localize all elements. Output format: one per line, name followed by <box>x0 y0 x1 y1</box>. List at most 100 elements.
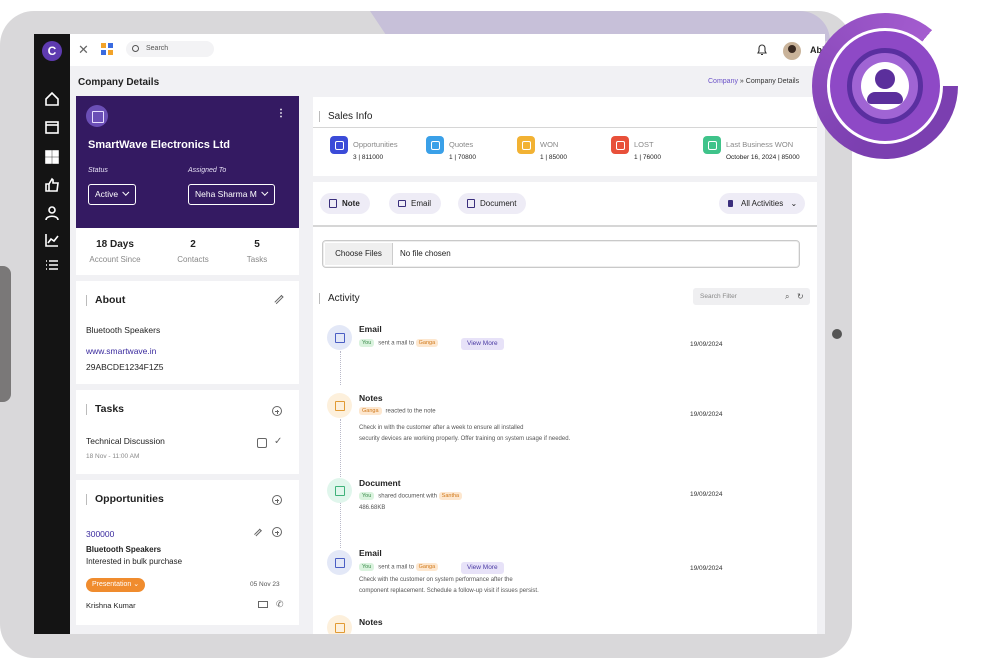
user-chip: Ganga <box>415 339 439 347</box>
timeline-connector <box>340 502 341 548</box>
opportunity-amount[interactable]: 300000 <box>86 529 114 539</box>
apps-grid-icon[interactable] <box>101 43 113 55</box>
document-button[interactable]: Document <box>458 193 527 214</box>
task-title[interactable]: Technical Discussion <box>86 436 165 446</box>
kpi-label: Opportunities <box>353 140 398 149</box>
kpi-value: October 16, 2024 | 85000 <box>726 154 800 161</box>
close-icon[interactable]: ✕ <box>78 42 89 58</box>
kpi-label: Quotes <box>449 140 474 149</box>
choose-files-button[interactable]: Choose Files <box>325 243 393 265</box>
tablet-camera <box>832 329 842 339</box>
stage-value: Presentation <box>92 581 132 588</box>
calendar-icon[interactable] <box>44 119 60 135</box>
thumbs-up-icon[interactable] <box>44 177 60 193</box>
edit-icon[interactable] <box>274 294 284 305</box>
company-website-link[interactable]: www.smartwave.in <box>86 346 156 356</box>
file-status: No file chosen <box>400 249 451 258</box>
won-icon <box>517 136 535 154</box>
chevron-down-icon: ⌄ <box>790 199 798 208</box>
dashboard-icon[interactable] <box>44 149 60 165</box>
view-more-button[interactable]: View More <box>461 562 504 574</box>
stat-value: 5 <box>254 239 260 250</box>
company-gst-code: 29ABCDE1234F1Z5 <box>86 362 164 372</box>
activity-panel: Activity Search Filter ⌕ ↻ Email You sent… <box>313 281 817 634</box>
all-activities-filter[interactable]: All Activities ⌄ <box>719 193 806 214</box>
reschedule-icon[interactable] <box>257 438 267 448</box>
activity-summary: You sent a mail to Ganga <box>359 339 442 347</box>
home-icon[interactable] <box>44 91 60 107</box>
app-logo-icon[interactable]: C <box>42 41 62 61</box>
bell-icon[interactable] <box>756 43 768 56</box>
view-more-button[interactable]: View More <box>461 338 504 350</box>
mail-icon[interactable] <box>258 601 268 608</box>
search-filter-input[interactable]: Search Filter ⌕ ↻ <box>693 288 810 305</box>
company-card: ⋮ SmartWave Electronics Ltd Status Assig… <box>76 96 299 228</box>
search-icon[interactable]: ⌕ <box>785 288 789 305</box>
chart-icon[interactable] <box>44 232 60 248</box>
divider <box>313 127 817 128</box>
file-input[interactable]: Choose Files No file chosen <box>322 240 800 268</box>
activity-body: Check with the customer on system perfor… <box>359 577 513 583</box>
activity-title: Notes <box>359 393 383 403</box>
stat-label: Account Since <box>89 255 141 264</box>
email-icon <box>327 325 352 350</box>
tasks-title: Tasks <box>86 404 124 415</box>
timeline-connector <box>340 351 341 385</box>
chevron-down-icon <box>261 188 269 196</box>
user-icon[interactable] <box>44 205 60 221</box>
breadcrumb-current: Company Details <box>745 78 800 85</box>
activity-title: Email <box>359 324 382 334</box>
edit-icon[interactable] <box>254 528 262 537</box>
email-button[interactable]: Email <box>389 193 442 214</box>
last-won-icon <box>703 136 721 154</box>
kpi-value: 3 | 811000 <box>353 154 384 161</box>
note-button[interactable]: Note <box>320 193 370 214</box>
stage-dropdown[interactable]: Presentation ⌄ <box>86 578 146 592</box>
user-chip: Santha <box>438 492 463 500</box>
opportunities-icon <box>330 136 348 154</box>
email-label: Email <box>411 199 432 208</box>
stat-label: Tasks <box>246 255 268 264</box>
avatar[interactable] <box>783 42 801 60</box>
document-icon <box>467 199 475 208</box>
refresh-icon[interactable]: ↻ <box>797 288 804 305</box>
stat-value: 18 Days <box>96 239 134 250</box>
assigned-select[interactable]: Neha Sharma M <box>188 184 275 205</box>
more-vertical-icon[interactable]: ⋮ <box>276 108 286 119</box>
opportunity-product: Bluetooth Speakers <box>86 545 162 554</box>
profile-body <box>867 92 903 104</box>
breadcrumb: Company » Company Details <box>708 78 799 85</box>
opportunities-title: Opportunities <box>86 494 164 505</box>
opportunity-owner: Krishna Kumar <box>86 601 136 610</box>
note-icon <box>329 199 337 208</box>
app-screen: C ✕ Search Abilash Company Details Compa… <box>34 34 825 634</box>
list-icon[interactable] <box>44 257 60 273</box>
phone-icon[interactable]: ✆ <box>276 599 286 609</box>
user-chip: You <box>359 563 375 571</box>
add-opportunity-icon[interactable] <box>272 495 282 505</box>
opportunities-panel: Opportunities 300000 Bluetooth Speakers … <box>76 480 299 625</box>
breadcrumb-company-link[interactable]: Company <box>708 78 738 85</box>
chevron-down-icon <box>122 188 130 196</box>
search-icon <box>132 45 139 52</box>
building-icon <box>86 105 108 127</box>
file-upload-section: Choose Files No file chosen <box>313 225 817 281</box>
activity-action: reacted to the note <box>385 408 436 415</box>
stat-label: Contacts <box>177 255 209 264</box>
add-icon[interactable] <box>272 527 282 537</box>
mail-icon <box>398 200 406 207</box>
flag-icon <box>728 200 733 207</box>
profile-head <box>875 69 895 89</box>
email-icon <box>327 550 352 575</box>
activity-body: component replacement. Schedule a follow… <box>359 588 539 594</box>
kpi-value: 1 | 70800 <box>449 154 476 161</box>
activity-date: 19/09/2024 <box>690 491 723 498</box>
notes-icon <box>327 393 352 418</box>
kpi-label: LOST <box>634 140 654 149</box>
status-select[interactable]: Active <box>88 184 137 205</box>
add-task-icon[interactable] <box>272 406 282 416</box>
search-input[interactable]: Search <box>126 41 214 57</box>
check-icon[interactable]: ✓ <box>274 436 284 447</box>
page-title: Company Details <box>78 77 160 88</box>
activity-actions: Note Email Document All Activities ⌄ <box>313 182 817 225</box>
